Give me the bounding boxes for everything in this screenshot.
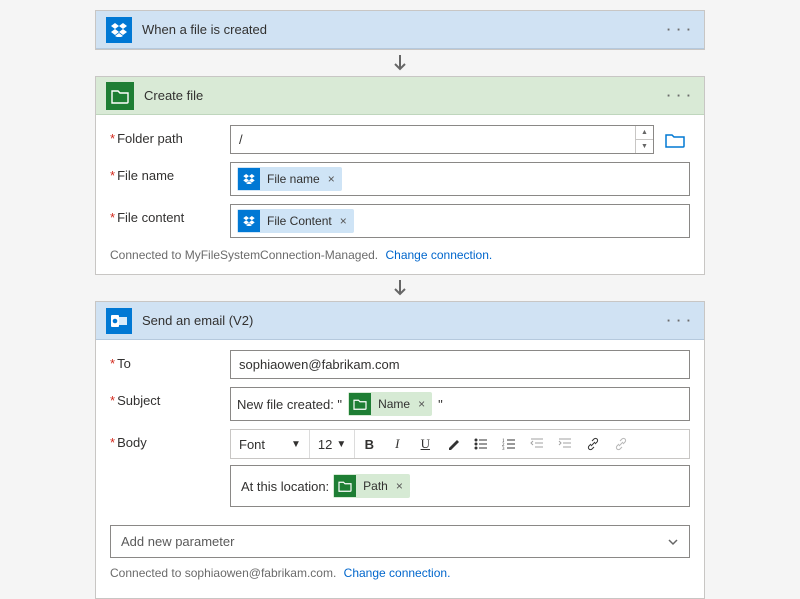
trigger-card: When a file is created · · · — [95, 10, 705, 50]
dropbox-icon — [106, 17, 132, 43]
file-content-input[interactable]: File Content × — [230, 204, 690, 238]
dropbox-icon — [238, 210, 260, 232]
body-label: *Body — [110, 429, 230, 450]
svg-text:3: 3 — [502, 447, 505, 451]
highlight-button[interactable] — [439, 430, 467, 458]
trigger-header[interactable]: When a file is created · · · — [96, 11, 704, 49]
bullet-list-button[interactable] — [467, 430, 495, 458]
folder-picker-button[interactable] — [660, 125, 690, 154]
italic-button[interactable]: I — [383, 430, 411, 458]
send-email-title: Send an email (V2) — [142, 313, 655, 328]
subject-suffix-text: " — [438, 397, 443, 412]
token-label: Name — [372, 397, 416, 411]
chevron-down-icon — [667, 536, 679, 548]
file-name-token[interactable]: File name × — [237, 167, 342, 191]
token-remove-button[interactable]: × — [326, 172, 342, 186]
filesystem-icon — [106, 82, 134, 110]
folder-path-input[interactable]: / — [231, 126, 635, 153]
create-file-header[interactable]: Create file · · · — [96, 77, 704, 115]
token-label: File name — [261, 172, 326, 186]
arrow-icon — [391, 275, 409, 301]
chevron-up-icon[interactable]: ▲ — [636, 126, 653, 139]
trigger-title: When a file is created — [142, 22, 655, 37]
create-file-more-button[interactable]: · · · — [665, 88, 694, 103]
font-select[interactable]: Font▼ — [231, 430, 310, 458]
create-file-connection-status: Connected to MyFileSystemConnection-Mana… — [110, 246, 690, 270]
file-name-label: *File name — [110, 162, 230, 183]
token-remove-button[interactable]: × — [338, 214, 354, 228]
send-email-header[interactable]: Send an email (V2) · · · — [96, 302, 704, 340]
body-prefix-text: At this location: — [241, 479, 329, 494]
unlink-button[interactable] — [607, 430, 635, 458]
folder-path-stepper[interactable]: ▲ ▼ — [635, 126, 653, 153]
subject-prefix-text: New file created: " — [237, 397, 342, 412]
link-button[interactable] — [579, 430, 607, 458]
subject-input[interactable]: New file created: " Name × " — [230, 387, 690, 421]
file-name-input[interactable]: File name × — [230, 162, 690, 196]
indent-button[interactable] — [551, 430, 579, 458]
body-input[interactable]: At this location: Path × — [230, 465, 690, 507]
file-content-token[interactable]: File Content × — [237, 209, 354, 233]
token-label: Path — [357, 479, 394, 493]
dropbox-icon — [238, 168, 260, 190]
number-list-button[interactable]: 123 — [495, 430, 523, 458]
token-remove-button[interactable]: × — [416, 397, 432, 411]
filesystem-icon — [349, 393, 371, 415]
send-email-connection-status: Connected to sophiaowen@fabrikam.com. Ch… — [110, 564, 690, 588]
chevron-down-icon[interactable]: ▼ — [636, 139, 653, 153]
trigger-more-button[interactable]: · · · — [665, 22, 694, 37]
token-remove-button[interactable]: × — [394, 479, 410, 493]
arrow-icon — [391, 50, 409, 76]
add-parameter-dropdown[interactable]: Add new parameter — [110, 525, 690, 558]
subject-label: *Subject — [110, 387, 230, 408]
chevron-down-icon: ▼ — [291, 439, 301, 450]
subject-name-token[interactable]: Name × — [348, 392, 432, 416]
folder-path-label: *Folder path — [110, 125, 230, 146]
create-file-card: Create file · · · *Folder path / ▲ ▼ — [95, 76, 705, 275]
to-label: *To — [110, 350, 230, 371]
file-content-label: *File content — [110, 204, 230, 225]
body-path-token[interactable]: Path × — [333, 474, 410, 498]
bold-button[interactable]: B — [355, 430, 383, 458]
send-email-card: Send an email (V2) · · · *To sophiaowen@… — [95, 301, 705, 599]
body-toolbar: Font▼ 12▼ B I U 123 — [230, 429, 690, 459]
change-connection-link[interactable]: Change connection. — [344, 566, 451, 580]
create-file-title: Create file — [144, 88, 655, 103]
to-input[interactable]: sophiaowen@fabrikam.com — [231, 351, 689, 378]
filesystem-icon — [334, 475, 356, 497]
outdent-button[interactable] — [523, 430, 551, 458]
send-email-more-button[interactable]: · · · — [665, 313, 694, 328]
token-label: File Content — [261, 214, 338, 228]
change-connection-link[interactable]: Change connection. — [385, 248, 492, 262]
underline-button[interactable]: U — [411, 430, 439, 458]
chevron-down-icon: ▼ — [336, 439, 346, 450]
outlook-icon — [106, 308, 132, 334]
font-size-select[interactable]: 12▼ — [310, 430, 355, 458]
